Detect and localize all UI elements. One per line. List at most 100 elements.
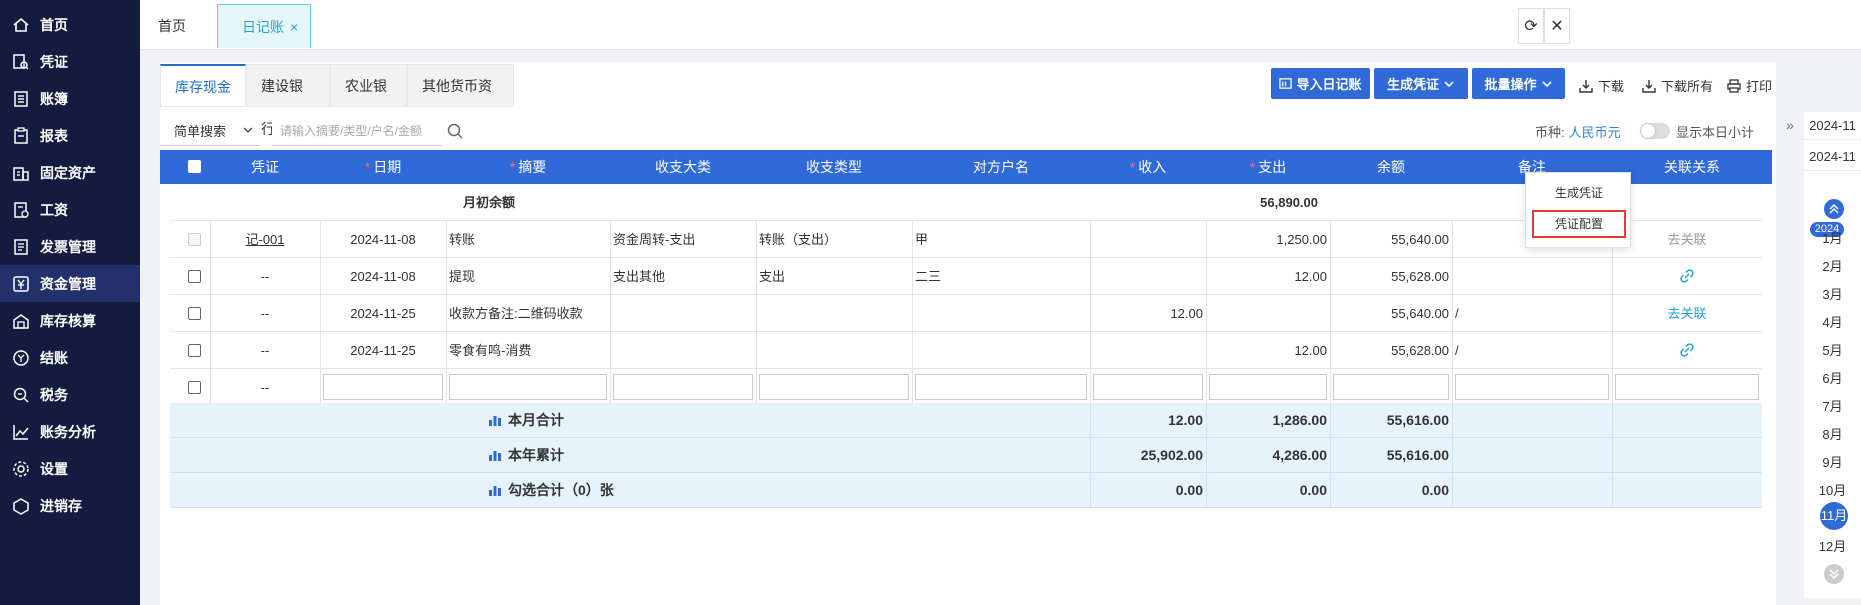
new-entry-input[interactable] <box>1615 374 1759 400</box>
new-entry-input[interactable] <box>1093 374 1203 400</box>
sidebar-item-8[interactable]: 库存核算 <box>0 302 140 339</box>
column-header-7: * 支出 <box>1206 150 1330 184</box>
scroll-down-icon[interactable] <box>1824 564 1844 584</box>
row-checkbox[interactable] <box>188 233 201 246</box>
total-income: 25,902.00 <box>1140 447 1203 463</box>
search-mode-select[interactable]: 简单搜索 <box>160 116 260 146</box>
sidebar-item-11[interactable]: 账务分析 <box>0 413 140 450</box>
tab-journal[interactable]: 日记账 × <box>217 4 311 48</box>
unlink-button[interactable]: 去关联 <box>1615 221 1759 258</box>
new-entry-input[interactable] <box>759 374 909 400</box>
close-tab-icon[interactable]: × <box>290 19 298 35</box>
sidebar-item-9[interactable]: 结账 <box>0 339 140 376</box>
cell-divider <box>446 258 447 294</box>
voucher-link[interactable]: 记-001 <box>213 221 317 258</box>
currency-selector[interactable]: 币种: 人民币元 <box>1535 122 1621 141</box>
month-calendar-panel: 2024-11 2024-11 2024 1月 2月 3月 4月 5月 6月 7月 8月 9月 1… <box>1804 112 1861 598</box>
new-entry-input[interactable] <box>323 374 443 400</box>
total-label: 勾选合计（0）张 <box>488 473 614 508</box>
cell-divider <box>446 332 447 368</box>
cell-divider <box>1090 369 1091 405</box>
sidebar-item-12[interactable]: 设置 <box>0 450 140 487</box>
search-input[interactable] <box>272 116 442 146</box>
sidebar-item-4[interactable]: 固定资产 <box>0 154 140 191</box>
month-5[interactable]: 5月 <box>1804 340 1861 359</box>
close-all-icon[interactable]: ✕ <box>1544 8 1570 44</box>
sidebar-item-2[interactable]: 账簿 <box>0 80 140 117</box>
month-3[interactable]: 3月 <box>1804 284 1861 303</box>
link-icon[interactable] <box>1615 332 1759 369</box>
sidebar-item-6[interactable]: 发票管理 <box>0 228 140 265</box>
cell-divider <box>320 221 321 257</box>
column-header-label: 收支大类 <box>655 159 711 175</box>
month-2[interactable]: 2月 <box>1804 256 1861 275</box>
new-entry-input[interactable] <box>449 374 607 400</box>
sidebar-item-10[interactable]: 税务 <box>0 376 140 413</box>
new-entry-input[interactable] <box>1333 374 1449 400</box>
month-10[interactable]: 10月 <box>1804 480 1861 499</box>
link-icon[interactable] <box>1615 258 1759 295</box>
batch-operation-button[interactable]: 批量操作 <box>1472 68 1565 99</box>
month-11[interactable]: 11月 <box>1820 502 1848 530</box>
month-8[interactable]: 8月 <box>1804 424 1861 443</box>
month-7[interactable]: 7月 <box>1804 396 1861 415</box>
subtab-3[interactable]: 其他货币资金 <box>407 64 514 137</box>
chevron-down-icon <box>1541 80 1552 87</box>
print-button[interactable]: 打印 <box>1727 76 1772 95</box>
column-header-label: 余额 <box>1377 159 1405 175</box>
new-entry-input[interactable] <box>915 374 1087 400</box>
month-4[interactable]: 4月 <box>1804 312 1861 331</box>
total-label-text: 本月合计 <box>508 412 564 428</box>
sidebar-item-0[interactable]: 首页 <box>0 6 140 43</box>
menu-item-voucher-config[interactable]: 凭证配置 <box>1532 210 1626 238</box>
table-row: -- 2024-11-25 零食有鸣-消费 12.00 55,628.00 / <box>170 332 1762 369</box>
tax-icon <box>10 384 32 406</box>
month-1[interactable]: 1月 <box>1804 228 1861 247</box>
box-icon <box>10 495 32 517</box>
cell-divider <box>912 258 913 294</box>
menu-item-generate-voucher[interactable]: 生成凭证 <box>1532 179 1626 207</box>
month-12[interactable]: 12月 <box>1804 536 1861 555</box>
select-all-checkbox[interactable] <box>188 160 201 173</box>
refresh-icon[interactable]: ⟳ <box>1518 8 1544 44</box>
sidebar-item-1[interactable]: 凭证 <box>0 43 140 80</box>
cell-divider <box>756 369 757 405</box>
import-journal-button[interactable]: 导入日记账 <box>1271 68 1370 99</box>
period-end[interactable]: 2024-11 <box>1804 143 1861 171</box>
new-entry-input[interactable] <box>1455 374 1609 400</box>
salary-icon <box>10 199 32 221</box>
period-start[interactable]: 2024-11 <box>1804 112 1861 140</box>
total-balance: 55,616.00 <box>1386 412 1449 428</box>
cell-divider <box>1612 332 1613 368</box>
sidebar-item-7[interactable]: 资金管理 <box>0 265 140 302</box>
column-header-4: 收支类型 <box>756 150 912 184</box>
month-9[interactable]: 9月 <box>1804 452 1861 471</box>
generate-voucher-button[interactable]: 生成凭证 <box>1374 68 1468 99</box>
sidebar-item-label: 凭证 <box>40 53 68 70</box>
new-entry-input[interactable] <box>613 374 753 400</box>
cell-divider <box>1452 403 1453 437</box>
daily-subtotal-toggle[interactable] <box>1640 123 1670 139</box>
sidebar-item-3[interactable]: 报表 <box>0 117 140 154</box>
month-6[interactable]: 6月 <box>1804 368 1861 387</box>
cell-divider <box>1612 473 1613 507</box>
total-income: 12.00 <box>1167 412 1203 428</box>
cell-type: 转账（支出） <box>759 232 838 247</box>
subtab-0[interactable]: 库存现金 <box>160 64 246 107</box>
sidebar-item-5[interactable]: 工资 <box>0 191 140 228</box>
collapse-calendar-button[interactable]: » <box>1780 112 1800 138</box>
search-icon[interactable] <box>446 122 464 140</box>
scroll-up-icon[interactable] <box>1824 199 1844 219</box>
row-checkbox[interactable] <box>188 270 201 283</box>
subtab-2[interactable]: 农业银行 <box>330 64 407 137</box>
total-row: 本年累计 25,902.00 4,286.00 55,616.00 <box>170 438 1762 473</box>
new-entry-input[interactable] <box>1209 374 1327 400</box>
row-checkbox[interactable] <box>188 344 201 357</box>
sidebar-item-13[interactable]: 进销存 <box>0 487 140 524</box>
unlink-button[interactable]: 去关联 <box>1615 295 1759 332</box>
row-checkbox[interactable] <box>188 307 201 320</box>
download-all-button[interactable]: 下载所有 <box>1642 76 1713 95</box>
subtab-1[interactable]: 建设银行 <box>246 64 330 137</box>
download-button[interactable]: 下载 <box>1579 76 1624 95</box>
tab-home[interactable]: 首页 <box>140 4 204 48</box>
